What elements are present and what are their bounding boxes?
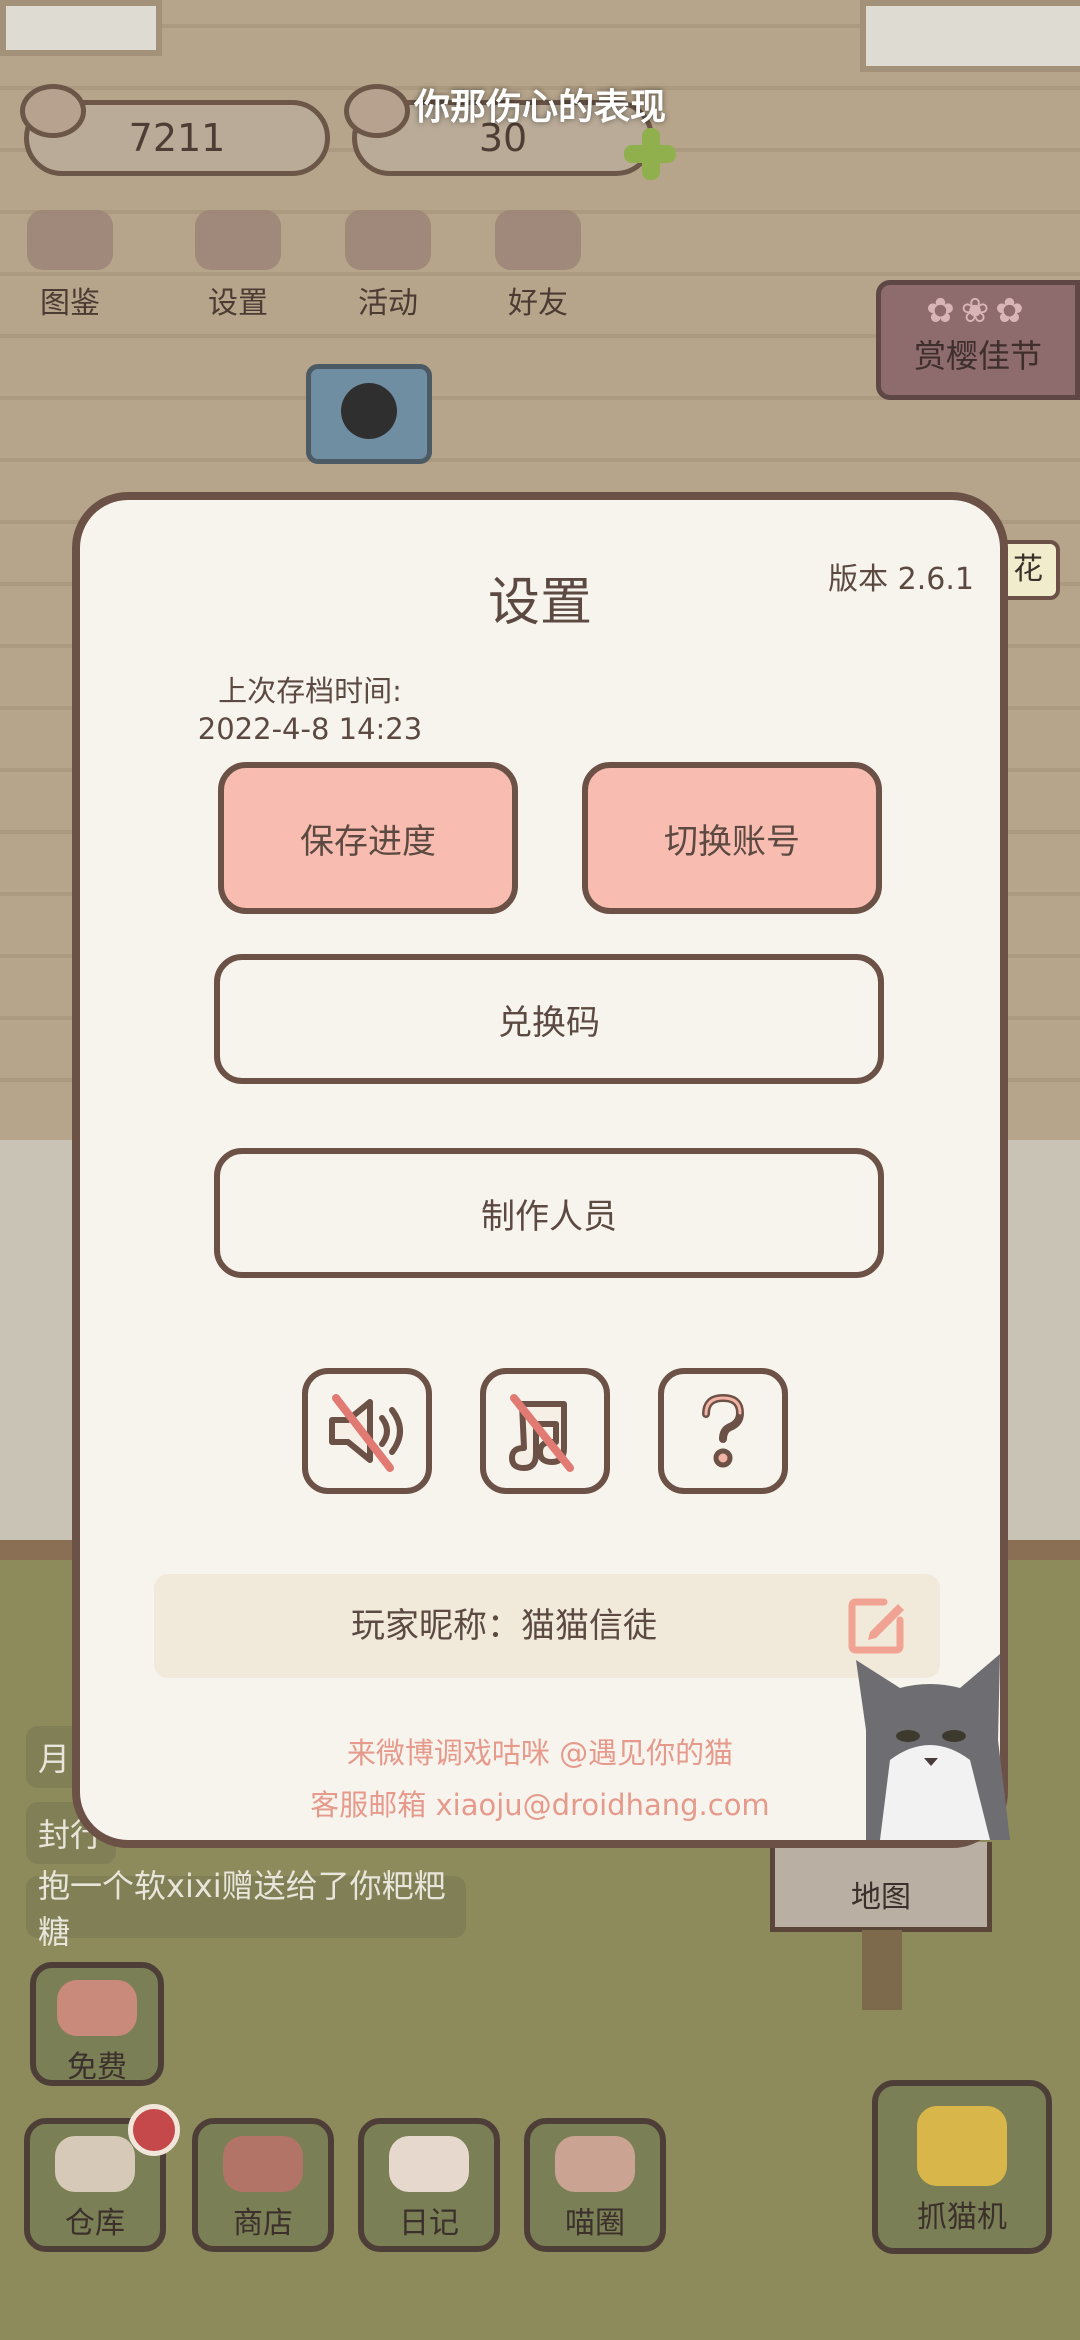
menu-settings[interactable]: 设置 — [178, 210, 298, 321]
sakura-event-button[interactable]: ✿❀✿ 赏樱佳节 — [876, 280, 1080, 400]
cat-face-icon — [27, 210, 113, 270]
switch-account-label: 切换账号 — [664, 821, 800, 862]
menu-events[interactable]: 活动 — [328, 210, 448, 321]
last-save-label: 上次存档时间: — [218, 674, 402, 708]
background-window — [0, 0, 162, 56]
gift-icon — [345, 210, 431, 270]
question-icon — [702, 1393, 745, 1468]
map-label: 地图 — [851, 1880, 911, 1915]
claw-machine-button[interactable]: 抓猫机 — [872, 2080, 1052, 2254]
nickname-label: 玩家昵称：猫猫信徒 — [351, 1606, 657, 1646]
notification-badge — [128, 2104, 180, 2156]
sound-muted-icon — [329, 1394, 403, 1472]
diary-icon — [389, 2136, 469, 2192]
claw-icon — [917, 2106, 1007, 2186]
record-player-icon[interactable] — [306, 364, 432, 464]
chat-text: 月 — [38, 1740, 71, 1778]
diary-label: 日记 — [399, 2206, 459, 2241]
warehouse-label: 仓库 — [65, 2206, 125, 2241]
switch-account-button[interactable]: 切换账号 — [582, 762, 882, 914]
friends-icon — [495, 210, 581, 270]
partial-event-label: 花 — [1013, 552, 1043, 587]
menu-catalog-label: 图鉴 — [40, 286, 100, 321]
sakura-event-label: 赏樱佳节 — [913, 337, 1042, 375]
signpost — [862, 1930, 902, 2010]
last-save-time: 2022-4-8 14:23 — [197, 712, 423, 746]
rice-ball-icon — [55, 2136, 135, 2192]
add-currency-button[interactable] — [620, 124, 680, 184]
claw-machine-label: 抓猫机 — [917, 2200, 1007, 2235]
shop-label: 商店 — [233, 2206, 293, 2241]
chat-text: 抱一个软xixi赠送给了你粑粑糖 — [38, 1867, 446, 1951]
background-window — [860, 0, 1080, 72]
shop-button[interactable]: 商店 — [192, 2118, 334, 2252]
map-button[interactable]: 地图 — [770, 1842, 992, 1932]
menu-catalog[interactable]: 图鉴 — [10, 210, 130, 321]
save-progress-button[interactable]: 保存进度 — [218, 762, 518, 914]
heart-icon — [57, 1980, 137, 2036]
menu-friends[interactable]: 好友 — [478, 210, 598, 321]
save-progress-label: 保存进度 — [300, 821, 436, 862]
credits-button[interactable]: 制作人员 — [214, 1148, 884, 1278]
last-save-info: 上次存档时间: 2022-4-8 14:23 — [190, 672, 430, 748]
version-label: 版本 2.6.1 — [828, 562, 974, 597]
cat-circle-label: 喵圈 — [565, 2206, 625, 2241]
overlay-caption: 你那伤心的表现 — [413, 87, 666, 128]
cat-circle-button[interactable]: 喵圈 — [524, 2118, 666, 2252]
sound-toggle-button[interactable] — [302, 1368, 432, 1494]
gear-icon — [195, 210, 281, 270]
nickname-bar: 玩家昵称：猫猫信徒 — [154, 1574, 940, 1678]
diary-button[interactable]: 日记 — [358, 2118, 500, 2252]
free-label: 免费 — [67, 2050, 127, 2085]
cat-sticker-image — [856, 1654, 1010, 1840]
music-toggle-button[interactable] — [480, 1368, 610, 1494]
help-button[interactable] — [658, 1368, 788, 1494]
shop-icon — [223, 2136, 303, 2192]
chat-line: 抱一个软xixi赠送给了你粑粑糖 — [26, 1867, 466, 1951]
redeem-code-label: 兑换码 — [498, 1002, 600, 1043]
free-gift-button[interactable]: 免费 — [30, 1962, 164, 2086]
redeem-code-button[interactable]: 兑换码 — [214, 954, 884, 1084]
credits-label: 制作人员 — [481, 1196, 617, 1237]
menu-events-label: 活动 — [358, 286, 418, 321]
flower-icon: ✿❀✿ — [926, 291, 1030, 331]
cat-planet-icon — [555, 2136, 635, 2192]
menu-settings-label: 设置 — [208, 286, 268, 321]
menu-friends-label: 好友 — [508, 286, 568, 321]
music-muted-icon — [509, 1394, 574, 1472]
